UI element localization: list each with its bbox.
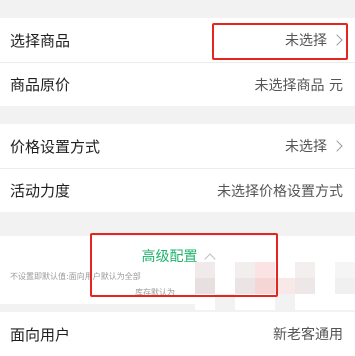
price-method-label: 价格设置方式 [10, 137, 101, 156]
price-section: 价格设置方式 未选择 活动力度 未选择价格设置方式 [0, 124, 355, 212]
target-users-value[interactable]: 新老客通用 [273, 324, 343, 344]
select-product-label: 选择商品 [10, 31, 71, 50]
highlight-box-select-product [212, 23, 348, 60]
price-method-value-text: 未选择 [285, 139, 327, 155]
price-method-row[interactable]: 价格设置方式 未选择 [0, 124, 355, 168]
target-users-row[interactable]: 面向用户 新老客通用 [0, 312, 355, 356]
original-price-row: 商品原价 未选择商品 元 [0, 62, 355, 106]
original-price-value: 未选择商品 元 [254, 77, 343, 94]
top-spacer [0, 0, 355, 18]
discount-row: 活动力度 未选择价格设置方式 [0, 168, 355, 212]
chevron-right-icon [331, 140, 343, 152]
target-users-label: 面向用户 [10, 325, 71, 344]
discount-label: 活动力度 [10, 182, 71, 200]
discount-value: 未选择价格设置方式 [217, 183, 343, 200]
highlight-box-advanced-config [90, 233, 278, 297]
price-method-value[interactable]: 未选择 [285, 136, 343, 156]
section-spacer [0, 106, 355, 124]
original-price-label: 商品原价 [10, 76, 71, 94]
